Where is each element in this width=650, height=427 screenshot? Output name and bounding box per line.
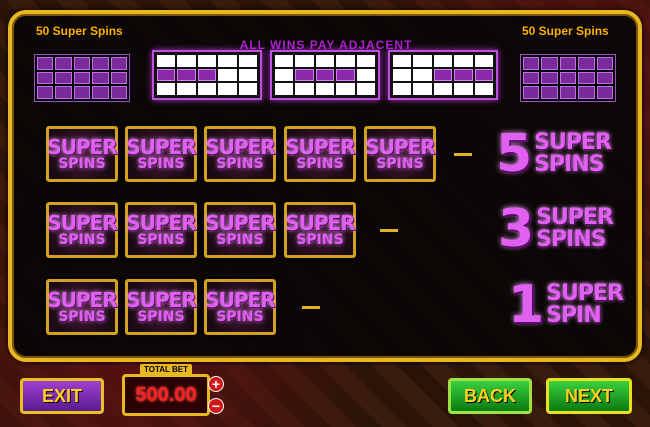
adjacent-pattern-2 bbox=[270, 50, 380, 100]
adjacent-pattern-3 bbox=[388, 50, 498, 100]
super-spins-symbol: SUPER SPINS bbox=[204, 126, 276, 182]
adjacent-pattern-1 bbox=[152, 50, 262, 100]
right-corner-title: 50 Super Spins bbox=[522, 24, 609, 38]
bet-decrease-button[interactable]: − bbox=[208, 398, 224, 414]
exit-button[interactable]: EXIT bbox=[20, 378, 104, 414]
row-dash bbox=[454, 153, 472, 156]
right-mini-grid bbox=[520, 54, 616, 102]
super-spins-symbol: SUPER SPINS bbox=[125, 279, 197, 335]
super-spins-symbol: SUPER SPINS bbox=[46, 126, 118, 182]
super-spins-symbol: SUPER SPINS bbox=[125, 126, 197, 182]
left-corner-title: 50 Super Spins bbox=[36, 24, 123, 38]
super-spins-symbol: SUPER SPINS bbox=[284, 126, 356, 182]
back-button[interactable]: BACK bbox=[448, 378, 532, 414]
bet-increase-button[interactable]: + bbox=[208, 376, 224, 392]
super-spins-symbol: SUPER SPINS bbox=[204, 279, 276, 335]
award-number: 5 bbox=[496, 124, 533, 184]
award-number: 1 bbox=[508, 275, 545, 335]
super-spins-symbol: SUPER SPINS bbox=[204, 202, 276, 258]
super-spins-symbol: SUPER SPINS bbox=[46, 279, 118, 335]
next-button[interactable]: NEXT bbox=[546, 378, 632, 414]
award-number: 3 bbox=[498, 199, 535, 259]
super-spins-symbol: SUPER SPINS bbox=[125, 202, 197, 258]
row-dash bbox=[380, 229, 398, 232]
award-5: 5 SUPER SPINS bbox=[496, 124, 612, 184]
award-3: 3 SUPER SPINS bbox=[498, 199, 614, 259]
super-spins-symbol: SUPER SPINS bbox=[284, 202, 356, 258]
award-1: 1 SUPER SPIN bbox=[508, 275, 624, 335]
row-dash bbox=[302, 306, 320, 309]
total-bet-display: 500.00 bbox=[122, 374, 210, 416]
left-mini-grid bbox=[34, 54, 130, 102]
super-spins-symbol: SUPER SPINS bbox=[364, 126, 436, 182]
super-spins-symbol: SUPER SPINS bbox=[46, 202, 118, 258]
